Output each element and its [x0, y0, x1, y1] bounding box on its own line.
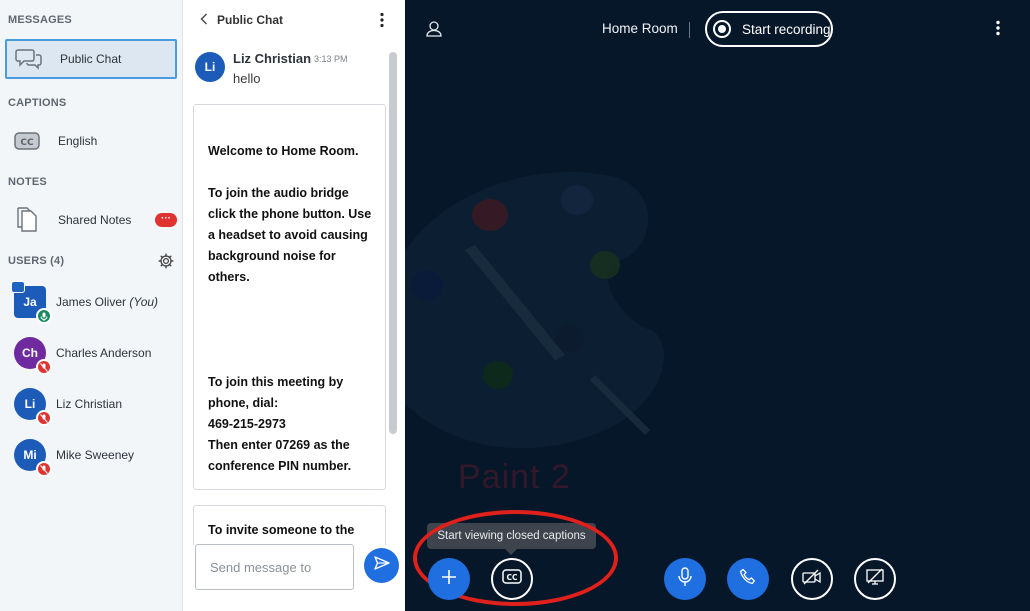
- users-section-title: USERS (4): [8, 255, 65, 267]
- slide-image: [405, 172, 664, 449]
- chat-scrollbar[interactable]: [389, 52, 397, 434]
- speech-bubbles-icon: [11, 47, 47, 71]
- more-options-icon[interactable]: [379, 12, 385, 33]
- notes-section-title: NOTES: [8, 176, 47, 188]
- microphone-muted-icon: [36, 461, 52, 477]
- user-name: Mike Sweeney: [56, 448, 135, 462]
- presenter-icon: [11, 281, 25, 293]
- invite-text: To invite someone to the: [208, 523, 355, 537]
- pin-instructions: Then enter 07269 as the conference PIN n…: [208, 438, 352, 473]
- notes-unread-badge: ···: [155, 213, 177, 227]
- avatar-initials: Mi: [23, 448, 37, 462]
- message-text: hello: [233, 71, 261, 86]
- send-message-button[interactable]: [364, 548, 399, 583]
- user-name: Charles Anderson: [56, 346, 152, 360]
- microphone-muted-icon: [36, 410, 52, 426]
- microphone-icon: [678, 566, 692, 592]
- phone-button[interactable]: [727, 558, 769, 600]
- actions-button[interactable]: [428, 558, 470, 600]
- phone-icon: [739, 568, 757, 591]
- closed-captions-button[interactable]: CC: [491, 558, 533, 600]
- slide-caption: Paint 2: [458, 458, 571, 496]
- gear-icon[interactable]: [158, 253, 174, 274]
- cc-icon: CC: [502, 569, 522, 589]
- phone-instructions: To join this meeting by phone, dial:: [208, 375, 344, 410]
- invite-message: To invite someone to the: [193, 505, 386, 545]
- chat-panel: Public Chat Li Liz Christian 3:13 PM hel…: [183, 0, 405, 611]
- microphone-button[interactable]: [664, 558, 706, 600]
- message-timestamp: 3:13 PM: [314, 54, 348, 64]
- user-name: James Oliver (You): [56, 295, 159, 309]
- phone-number: 469-215-2973: [208, 417, 286, 431]
- sidebar-item-label: English: [58, 134, 98, 148]
- presentation-area: Home Room Start recording Paint 2 Start …: [405, 0, 1030, 611]
- chat-message-input[interactable]: [195, 544, 354, 590]
- sidebar-item-public-chat[interactable]: Public Chat: [5, 39, 177, 79]
- send-icon: [373, 556, 390, 575]
- captions-section-title: CAPTIONS: [8, 97, 67, 109]
- message-sender: Liz Christian: [233, 51, 312, 66]
- svg-text:CC: CC: [20, 138, 34, 148]
- microphone-icon: [36, 308, 52, 324]
- avatar-initials: Ch: [22, 346, 38, 360]
- cc-icon: CC: [9, 132, 45, 150]
- avatar-initials: Li: [24, 397, 36, 411]
- document-icon: [9, 207, 45, 233]
- avatar: Li: [195, 52, 225, 82]
- camera-button[interactable]: [791, 558, 833, 600]
- chevron-left-icon[interactable]: [200, 12, 208, 29]
- avatar-initials: Ja: [23, 295, 37, 309]
- avatar: Li: [14, 388, 52, 426]
- user-list-item[interactable]: Ch Charles Anderson: [14, 335, 152, 375]
- avatar: Mi: [14, 439, 52, 477]
- sidebar-item-captions-english[interactable]: CC English: [5, 121, 177, 161]
- welcome-message: Welcome to Home Room. To join the audio …: [193, 104, 386, 490]
- plus-icon: [440, 568, 458, 591]
- captions-tooltip: Start viewing closed captions: [427, 523, 596, 555]
- chat-title[interactable]: Public Chat: [217, 13, 283, 27]
- user-list-item[interactable]: Ja James Oliver (You): [11, 281, 159, 324]
- screenshare-button[interactable]: [854, 558, 896, 600]
- user-list-item[interactable]: Li Liz Christian: [14, 386, 123, 426]
- camera-off-icon: [802, 569, 822, 590]
- chat-header: Public Chat: [183, 0, 405, 40]
- microphone-muted-icon: [36, 359, 52, 375]
- sidebar-item-label: Public Chat: [60, 52, 122, 66]
- user-list-sidebar: MESSAGES Public Chat CAPTIONS CC English…: [0, 0, 183, 611]
- messages-section-title: MESSAGES: [8, 14, 72, 26]
- audio-instructions: To join the audio bridge click the phone…: [208, 186, 372, 284]
- sidebar-item-shared-notes[interactable]: Shared Notes ···: [5, 200, 177, 240]
- avatar: Ch: [14, 337, 52, 375]
- welcome-line: Welcome to Home Room.: [208, 144, 359, 158]
- screenshare-off-icon: [865, 568, 885, 591]
- sidebar-item-label: Shared Notes: [58, 213, 132, 227]
- svg-text:CC: CC: [506, 573, 518, 582]
- avatar: Ja: [11, 281, 52, 324]
- user-list-item[interactable]: Mi Mike Sweeney: [14, 437, 135, 477]
- user-name: Liz Christian: [56, 397, 123, 411]
